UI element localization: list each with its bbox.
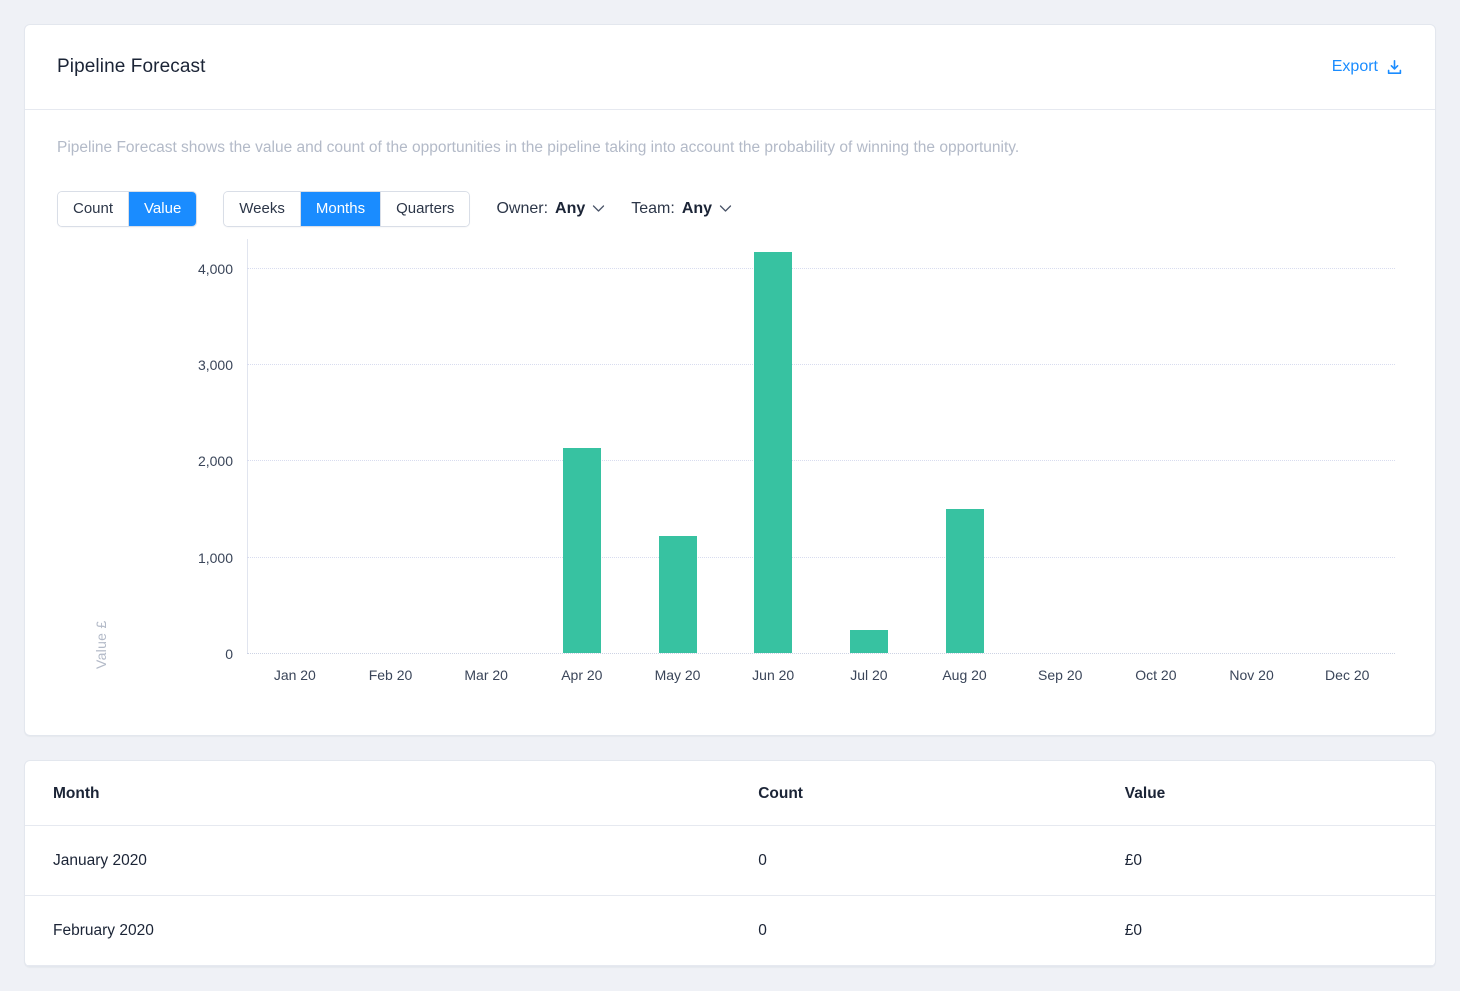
table-row[interactable]: February 2020 0 £0 (25, 895, 1435, 966)
team-filter-label: Team: (631, 199, 675, 217)
bar-slot (1204, 239, 1300, 653)
chart-bar[interactable] (754, 251, 793, 653)
x-axis-tick-label: Nov 20 (1229, 666, 1274, 683)
y-axis-title: Value £ (93, 620, 109, 669)
x-axis-tick-label: Feb 20 (368, 666, 413, 683)
chart-bars (247, 239, 1395, 653)
bar-slot (630, 239, 726, 653)
owner-filter[interactable]: Owner: Any (496, 200, 605, 218)
chart-bar[interactable] (562, 448, 601, 653)
owner-filter-label: Owner: (496, 199, 549, 217)
y-axis-tick-label: 3,000 (197, 357, 233, 374)
x-axis-tick-label: Dec 20 (1325, 666, 1370, 683)
metric-option-value[interactable]: Value (129, 191, 197, 226)
bar-slot (343, 239, 439, 653)
card-body: Pipeline Forecast shows the value and co… (25, 110, 1435, 735)
value-cell: £0 (1124, 895, 1435, 966)
month-cell: January 2020 (25, 825, 759, 896)
x-axis-tick-label: Oct 20 (1135, 666, 1177, 683)
bar-slot (917, 239, 1013, 653)
page-title: Pipeline Forecast (57, 56, 206, 77)
card-description: Pipeline Forecast shows the value and co… (57, 139, 1020, 156)
bar-slot (821, 239, 917, 653)
y-axis-tick-label: 0 (225, 645, 233, 662)
bar-slot (1012, 239, 1108, 653)
bar-slot (1299, 239, 1395, 653)
x-axis-tick-label: Mar 20 (464, 666, 508, 683)
table-body: January 2020 0 £0 February 2020 0 £0 (25, 825, 1435, 966)
y-axis-tick-label: 4,000 (197, 260, 233, 277)
export-button[interactable]: Export (1332, 58, 1403, 76)
y-axis-tick-label: 2,000 (197, 453, 233, 470)
download-icon (1386, 59, 1403, 76)
metric-toggle-group: Count Value (57, 190, 198, 227)
y-axis-tick-label: 1,000 (197, 549, 233, 566)
period-option-months[interactable]: Months (300, 191, 382, 226)
bar-slot (534, 239, 630, 653)
chart-bar[interactable] (849, 629, 888, 653)
card-header: Pipeline Forecast Export (25, 25, 1435, 110)
chart-bar[interactable] (945, 508, 984, 653)
x-axis-tick-label: Jan 20 (273, 666, 316, 683)
count-cell: 0 (758, 825, 1125, 896)
period-toggle-group: Weeks Months Quarters (223, 190, 471, 227)
column-header-count: Count (758, 760, 1125, 826)
chevron-down-icon (592, 200, 605, 218)
x-axis-labels: Jan 20 Feb 20 Mar 20 Apr 20 May 20 Jun 20 Jul … (247, 667, 1395, 683)
period-option-weeks[interactable]: Weeks (224, 191, 301, 226)
x-axis-tick-label: Aug 20 (942, 666, 987, 683)
forecast-table-card: Month Count Value January 2020 0 £0 Februar… (24, 759, 1436, 967)
pipeline-forecast-card: Pipeline Forecast Export Pipeline Foreca… (24, 24, 1436, 736)
bar-slot (725, 239, 821, 653)
metric-option-count[interactable]: Count (58, 191, 130, 226)
bar-slot (438, 239, 534, 653)
chart-bar[interactable] (658, 535, 697, 653)
bar-slot (247, 239, 343, 653)
chevron-down-icon (719, 200, 732, 218)
chart-plot-area: 0 1,000 2,000 3,000 4,000 (198, 238, 1403, 662)
x-axis-tick-label: Jul 20 (850, 666, 888, 683)
x-axis-tick-label: Jun 20 (752, 666, 795, 683)
forecast-table: Month Count Value January 2020 0 £0 Februar… (25, 760, 1435, 966)
period-option-quarters[interactable]: Quarters (381, 191, 470, 226)
x-axis-tick-label: May 20 (654, 666, 701, 683)
value-cell: £0 (1124, 825, 1435, 896)
controls-bar: Count Value Weeks Months Quarters Owner:… (57, 190, 1403, 227)
page-root: Pipeline Forecast Export Pipeline Foreca… (0, 0, 1460, 991)
export-label: Export (1331, 58, 1378, 75)
pipeline-forecast-chart: Value £ 0 1,000 2,000 3,000 4,000 Jan 20 Feb … (57, 238, 1403, 709)
gridline: 0 (225, 646, 1395, 662)
table-row[interactable]: January 2020 0 £0 (25, 825, 1435, 896)
column-header-month: Month (25, 760, 759, 826)
month-cell: February 2020 (25, 895, 759, 966)
table-header-row: Month Count Value (25, 760, 1435, 826)
count-cell: 0 (758, 895, 1125, 966)
team-filter[interactable]: Team: Any (631, 200, 732, 218)
team-filter-value: Any (681, 199, 713, 217)
owner-filter-value: Any (555, 199, 586, 217)
column-header-value: Value (1124, 760, 1435, 826)
bar-slot (1108, 239, 1204, 653)
x-axis-tick-label: Sep 20 (1038, 666, 1083, 683)
x-axis-tick-label: Apr 20 (561, 666, 603, 683)
